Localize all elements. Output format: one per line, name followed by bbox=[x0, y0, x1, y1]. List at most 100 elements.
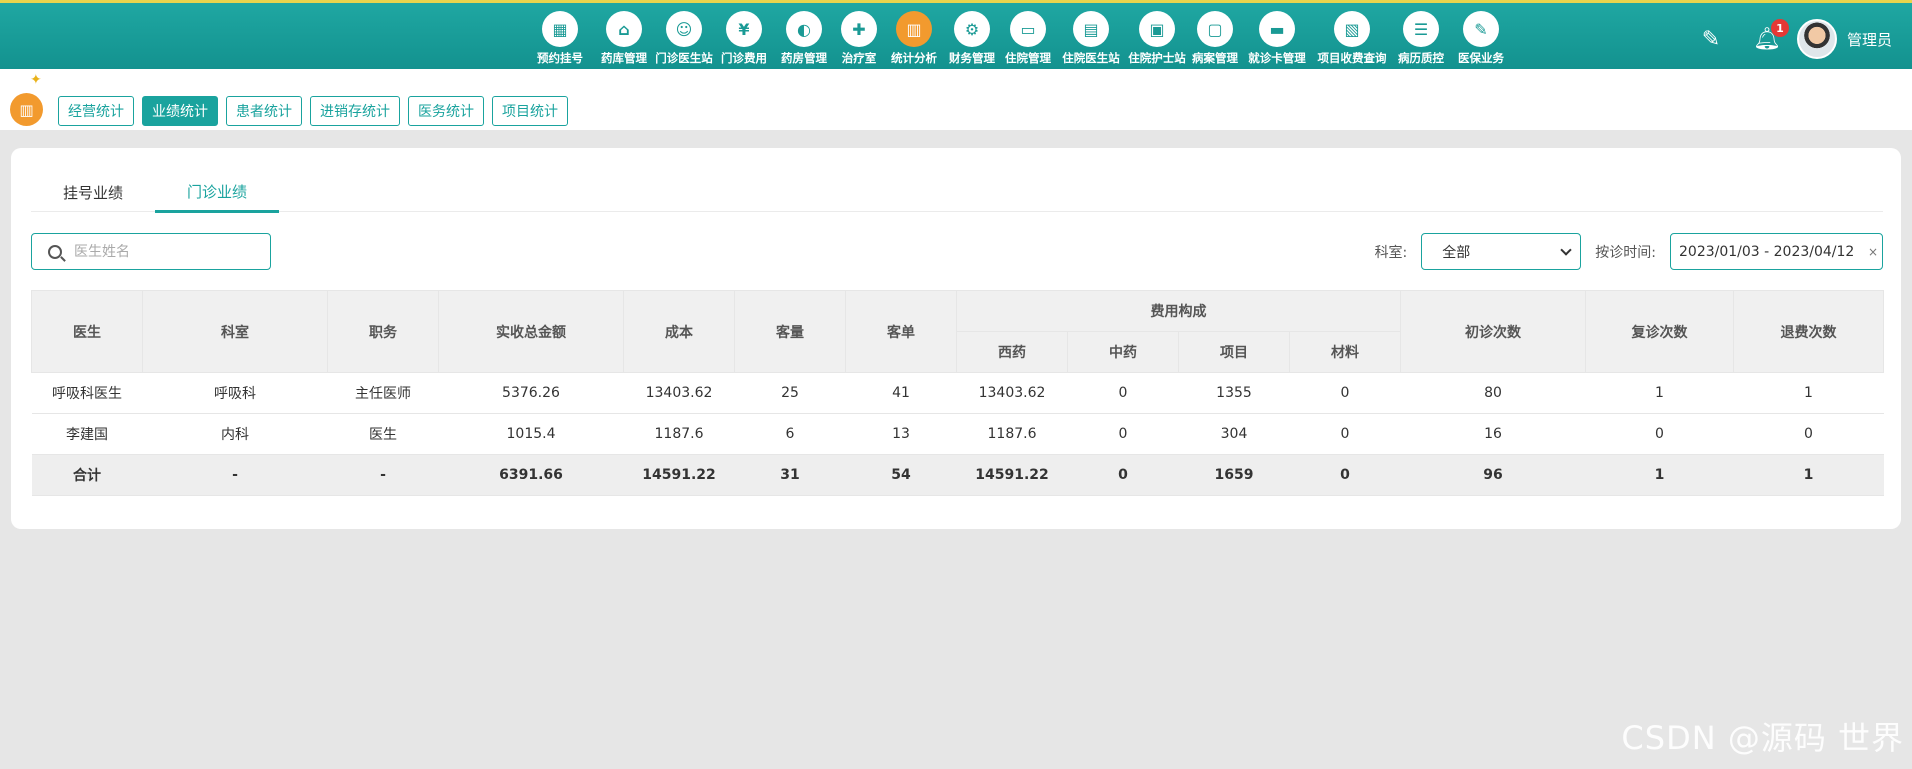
nav-item-label: 门诊费用 bbox=[721, 51, 767, 65]
nav-item-label: 财务管理 bbox=[949, 51, 995, 65]
bell-icon[interactable]: 🔔︎ 1 bbox=[1753, 19, 1789, 53]
col-volume[interactable]: 客量 bbox=[734, 290, 846, 373]
broom-icon[interactable]: ✦ bbox=[30, 72, 42, 88]
table-cell: 6391.66 bbox=[438, 454, 624, 496]
nav-item[interactable]: ¥ 门诊费用 bbox=[714, 9, 774, 67]
table-cell: 5376.26 bbox=[438, 372, 624, 414]
nav-item[interactable]: ⚙ 财务管理 bbox=[944, 9, 1000, 67]
date-label: 按诊时间: bbox=[1595, 244, 1656, 261]
nav-item-label: 住院管理 bbox=[1005, 51, 1051, 65]
table-cell: 1 bbox=[1733, 454, 1884, 496]
nav-item-label: 住院医生站 bbox=[1062, 51, 1120, 65]
pill-icon: ◐ bbox=[786, 11, 822, 47]
table-cell: 呼吸科 bbox=[142, 372, 328, 414]
col-doctor[interactable]: 医生 bbox=[31, 290, 143, 373]
nav-item-label: 病历质控 bbox=[1398, 51, 1444, 65]
nav-item[interactable]: ⌂ 药库管理 bbox=[594, 9, 654, 67]
subtab[interactable]: 进销存统计 bbox=[310, 96, 400, 126]
nav-item[interactable]: ✚ 治疗室 bbox=[834, 9, 884, 67]
nav-item[interactable]: ✎ 医保业务 bbox=[1450, 9, 1512, 67]
warehouse-icon: ⌂ bbox=[606, 11, 642, 47]
nav-item[interactable]: ▦ 预约挂号 bbox=[526, 9, 594, 67]
subtab[interactable]: 经营统计 bbox=[58, 96, 134, 126]
table-cell: 0 bbox=[1289, 372, 1401, 414]
total-row: 合计 - -6391.66 14591.22 31 54 14591.22 0 1659 0 96 1… bbox=[31, 454, 1884, 496]
top-nav-bar: ▦ 预约挂号 ⌂ 药库管理 ☺ 门诊医生站 ¥ 门诊费用 ◐ 药房管理 ✚ 治疗室 ▥ 统计分析 ⚙ 财务管理… bbox=[0, 0, 1912, 69]
table-cell: 0 bbox=[1067, 413, 1179, 455]
gear-icon: ⚙ bbox=[954, 11, 990, 47]
nav-item[interactable]: ◐ 药房管理 bbox=[774, 9, 834, 67]
nav-item[interactable]: ▣ 住院护士站 bbox=[1126, 9, 1188, 67]
avatar[interactable] bbox=[1796, 19, 1837, 59]
bed-icon: ▭ bbox=[1010, 11, 1046, 47]
col-chinese-med[interactable]: 中药 bbox=[1067, 331, 1179, 373]
nav-item[interactable]: ▤ 住院医生站 bbox=[1056, 9, 1126, 67]
nav-item-label: 病案管理 bbox=[1192, 51, 1238, 65]
search-icon bbox=[48, 244, 62, 259]
main-nav: ▦ 预约挂号 ⌂ 药库管理 ☺ 门诊医生站 ¥ 门诊费用 ◐ 药房管理 ✚ 治疗室 ▥ 统计分析 ⚙ 财务管理… bbox=[526, 9, 1512, 69]
table-cell: 13403.62 bbox=[956, 372, 1068, 414]
table-cell: 李建国 bbox=[31, 413, 143, 455]
nav-item[interactable]: ☺ 门诊医生站 bbox=[654, 9, 714, 67]
table-cell: 54 bbox=[845, 454, 957, 496]
date-range-value: 2023/01/03 - 2023/04/12 bbox=[1679, 243, 1855, 260]
notification-badge: 1 bbox=[1770, 19, 1789, 37]
clear-icon[interactable]: × bbox=[1868, 245, 1878, 259]
col-cost[interactable]: 成本 bbox=[623, 290, 735, 373]
tab[interactable]: 门诊业绩 bbox=[155, 172, 280, 213]
table-cell: 1 bbox=[1585, 372, 1734, 414]
checklist-icon: ☰ bbox=[1403, 11, 1439, 47]
col-item[interactable]: 项目 bbox=[1178, 331, 1290, 373]
nav-item[interactable]: ▭ 住院管理 bbox=[1000, 9, 1056, 67]
table-cell: 0 bbox=[1585, 413, 1734, 455]
subtab[interactable]: 患者统计 bbox=[226, 96, 302, 126]
table-cell: 合计 bbox=[31, 454, 143, 496]
subtab[interactable]: 医务统计 bbox=[408, 96, 484, 126]
nav-item-label: 住院护士站 bbox=[1128, 51, 1186, 65]
table-cell: 13403.62 bbox=[623, 372, 735, 414]
subtab[interactable]: 业绩统计 bbox=[142, 96, 218, 126]
nurse-icon: ✚ bbox=[841, 11, 877, 47]
pencil-icon[interactable]: ✎ bbox=[1697, 25, 1725, 53]
dept-label: 科室: bbox=[1374, 244, 1408, 261]
col-revisits[interactable]: 复诊次数 bbox=[1585, 290, 1734, 373]
nav-item-label: 治疗室 bbox=[841, 51, 877, 65]
nav-item[interactable]: ▥ 统计分析 bbox=[884, 9, 944, 67]
col-per-customer[interactable]: 客单 bbox=[845, 290, 957, 373]
record-icon: ▢ bbox=[1197, 11, 1233, 47]
nav-item-label: 预约挂号 bbox=[537, 51, 583, 65]
col-dept[interactable]: 科室 bbox=[142, 290, 328, 373]
col-western-med[interactable]: 西药 bbox=[956, 331, 1068, 373]
table-row: 李建国 内科 医生 1015.4 1187.6 6 13 1187.6 0 304 0 16 0 0 bbox=[31, 413, 1884, 455]
yen-icon: ¥ bbox=[726, 11, 762, 47]
doctor-icon: ☺ bbox=[666, 11, 702, 47]
tab[interactable]: 挂号业绩 bbox=[31, 172, 155, 212]
col-title[interactable]: 职务 bbox=[327, 290, 439, 373]
dept-select[interactable]: 全部 bbox=[1421, 233, 1582, 270]
content-card: 挂号业绩门诊业绩 科室: 全部 按诊时间: 2023/01/03 - 2023/… bbox=[11, 148, 1901, 529]
insurance-icon: ✎ bbox=[1463, 11, 1499, 47]
table-cell: 0 bbox=[1733, 413, 1884, 455]
bar-chart-icon: ▥ bbox=[896, 11, 932, 47]
col-material[interactable]: 材料 bbox=[1289, 331, 1401, 373]
table-cell: 医生 bbox=[327, 413, 439, 455]
subtab[interactable]: 项目统计 bbox=[492, 96, 568, 126]
stat-category-tabs: 经营统计 业绩统计 患者统计 进销存统计 医务统计 项目统计 bbox=[58, 96, 568, 126]
calendar-icon: ▦ bbox=[542, 11, 578, 47]
nav-item-label: 医保业务 bbox=[1458, 51, 1504, 65]
nav-item[interactable]: ▧ 项目收费查询 bbox=[1312, 9, 1392, 67]
col-refunds[interactable]: 退费次数 bbox=[1733, 290, 1884, 373]
nav-item[interactable]: ▢ 病案管理 bbox=[1188, 9, 1242, 67]
performance-tabs: 挂号业绩 门诊业绩 bbox=[31, 172, 1883, 213]
col-first-visits[interactable]: 初诊次数 bbox=[1400, 290, 1586, 373]
table-cell: 1187.6 bbox=[623, 413, 735, 455]
doctor-search-input[interactable] bbox=[74, 243, 254, 260]
table-cell: 0 bbox=[1289, 454, 1401, 496]
col-revenue[interactable]: 实收总金额 bbox=[438, 290, 624, 373]
nav-item[interactable]: ☰ 病历质控 bbox=[1392, 9, 1450, 67]
nav-item[interactable]: ▬ 就诊卡管理 bbox=[1242, 9, 1312, 67]
user-name[interactable]: 管理员 bbox=[1847, 29, 1892, 50]
table-cell: 0 bbox=[1067, 372, 1179, 414]
date-range-input[interactable]: 2023/01/03 - 2023/04/12 × bbox=[1670, 233, 1883, 270]
sub-nav-strip: ✦ ▥ 经营统计 业绩统计 患者统计 进销存统计 医务统计 项目统计 bbox=[0, 69, 1912, 130]
